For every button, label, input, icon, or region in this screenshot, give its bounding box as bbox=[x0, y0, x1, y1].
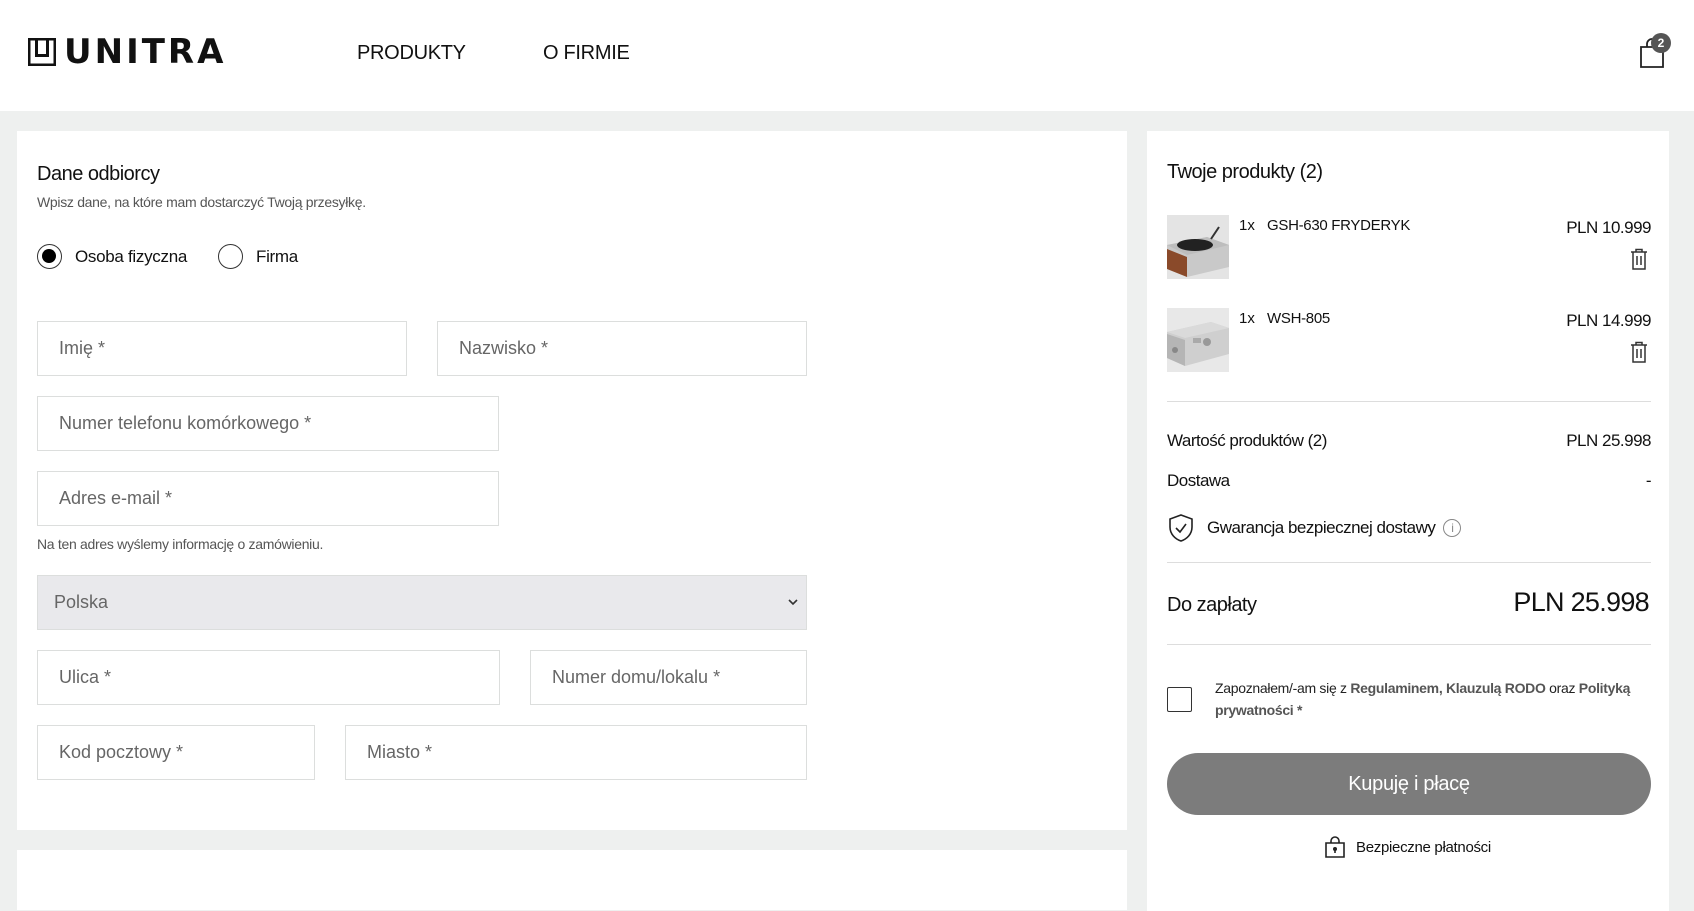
chevron-down-icon bbox=[788, 599, 798, 606]
cart-item: 1x WSH-805 PLN 14.999 bbox=[1167, 308, 1651, 372]
rodo-link[interactable]: Klauzulą RODO bbox=[1446, 680, 1546, 696]
last-name-input[interactable]: Nazwisko * bbox=[437, 321, 807, 376]
trash-icon[interactable] bbox=[1630, 341, 1648, 363]
consent-text: Zapoznałem/-am się z Regulaminem, Klauzu… bbox=[1215, 677, 1651, 721]
divider bbox=[1167, 562, 1651, 563]
recipient-title: Dane odbiorcy bbox=[37, 163, 160, 185]
lock-bag-icon bbox=[1325, 836, 1345, 858]
radio-person-label: Osoba fizyczna bbox=[75, 246, 188, 266]
total-label: Do zapłaty bbox=[1167, 594, 1257, 616]
radio-person[interactable]: Osoba fizyczna bbox=[37, 244, 187, 269]
divider bbox=[1167, 401, 1651, 402]
item-name[interactable]: GSH-630 FRYDERYK bbox=[1267, 217, 1410, 234]
postal-code-input[interactable]: Kod pocztowy * bbox=[37, 725, 315, 780]
delivery-label: Dostawa bbox=[1167, 471, 1230, 490]
required-marker: * bbox=[1293, 702, 1303, 718]
secure-payments-label: Bezpieczne płatności bbox=[1356, 838, 1491, 856]
products-value-row: Wartość produktów (2) PLN 25.998 bbox=[1167, 431, 1651, 451]
logo-text: UNITRA bbox=[64, 32, 227, 72]
consent-separator: oraz bbox=[1545, 680, 1579, 696]
radio-company-indicator[interactable] bbox=[218, 244, 243, 269]
item-price: PLN 10.999 bbox=[1566, 218, 1651, 237]
recipient-form-card: Dane odbiorcy Wpisz dane, na które mam d… bbox=[17, 131, 1127, 830]
first-name-input[interactable]: Imię * bbox=[37, 321, 407, 376]
total-value: PLN 25.998 bbox=[1513, 587, 1649, 617]
radio-company[interactable]: Firma bbox=[218, 244, 298, 269]
buy-and-pay-button[interactable]: Kupuję i płacę bbox=[1167, 753, 1651, 815]
email-hint: Na ten adres wyślemy informację o zamówi… bbox=[37, 536, 324, 552]
item-price: PLN 14.999 bbox=[1566, 311, 1651, 330]
logo-mark-icon bbox=[28, 38, 56, 66]
products-value-label: Wartość produktów (2) bbox=[1167, 431, 1327, 450]
country-select[interactable]: Polska bbox=[37, 575, 807, 630]
amplifier-image bbox=[1167, 308, 1229, 372]
nav-products[interactable]: PRODUKTY bbox=[357, 42, 466, 65]
delivery-value: - bbox=[1645, 471, 1652, 490]
recipient-subtitle: Wpisz dane, na które mam dostarczyć Twoj… bbox=[37, 194, 366, 210]
delivery-row: Dostawa - bbox=[1167, 471, 1652, 491]
item-qty: 1x bbox=[1239, 310, 1255, 327]
item-qty: 1x bbox=[1239, 217, 1255, 234]
country-selected-value: Polska bbox=[54, 592, 109, 612]
item-name[interactable]: WSH-805 bbox=[1267, 310, 1330, 327]
shield-check-icon bbox=[1169, 514, 1193, 542]
secure-payments: Bezpieczne płatności bbox=[1324, 835, 1491, 859]
summary-title: Twoje produkty (2) bbox=[1167, 161, 1323, 183]
guarantee-label: Gwarancja bezpiecznej dostawy bbox=[1207, 518, 1436, 537]
house-number-input[interactable]: Numer domu/lokalu * bbox=[530, 650, 807, 705]
phone-input[interactable]: Numer telefonu komórkowego * bbox=[37, 396, 499, 451]
divider bbox=[1167, 644, 1651, 645]
email-input[interactable]: Adres e-mail * bbox=[37, 471, 499, 526]
consent-checkbox[interactable] bbox=[1167, 687, 1192, 712]
radio-person-indicator[interactable] bbox=[37, 244, 62, 269]
info-icon[interactable]: i bbox=[1443, 519, 1462, 537]
products-value: PLN 25.998 bbox=[1566, 431, 1651, 450]
cart-item: 1x GSH-630 FRYDERYK PLN 10.999 bbox=[1167, 215, 1651, 279]
consent-separator: , bbox=[1438, 680, 1446, 696]
radio-company-label: Firma bbox=[256, 246, 298, 266]
turntable-image bbox=[1167, 215, 1229, 279]
cart-count-badge: 2 bbox=[1651, 33, 1671, 53]
street-input[interactable]: Ulica * bbox=[37, 650, 500, 705]
terms-link[interactable]: Regulaminem bbox=[1350, 680, 1439, 696]
order-summary-card: Twoje produkty (2) 1x GSH-630 FRYDERYK P… bbox=[1147, 131, 1669, 911]
unitra-logo[interactable]: UNITRA bbox=[28, 32, 227, 72]
product-thumbnail-turntable[interactable] bbox=[1167, 215, 1229, 279]
site-header: UNITRA PRODUKTY O FIRMIE 2 bbox=[0, 0, 1694, 111]
consent-prefix: Zapoznałem/-am się z bbox=[1215, 680, 1351, 696]
trash-icon[interactable] bbox=[1630, 248, 1648, 270]
product-thumbnail-amplifier[interactable] bbox=[1167, 308, 1229, 372]
guarantee-row: Gwarancja bezpiecznej dostawy i bbox=[1167, 513, 1462, 543]
nav-about[interactable]: O FIRMIE bbox=[543, 42, 630, 65]
next-section-card bbox=[17, 850, 1127, 910]
city-input[interactable]: Miasto * bbox=[345, 725, 807, 780]
